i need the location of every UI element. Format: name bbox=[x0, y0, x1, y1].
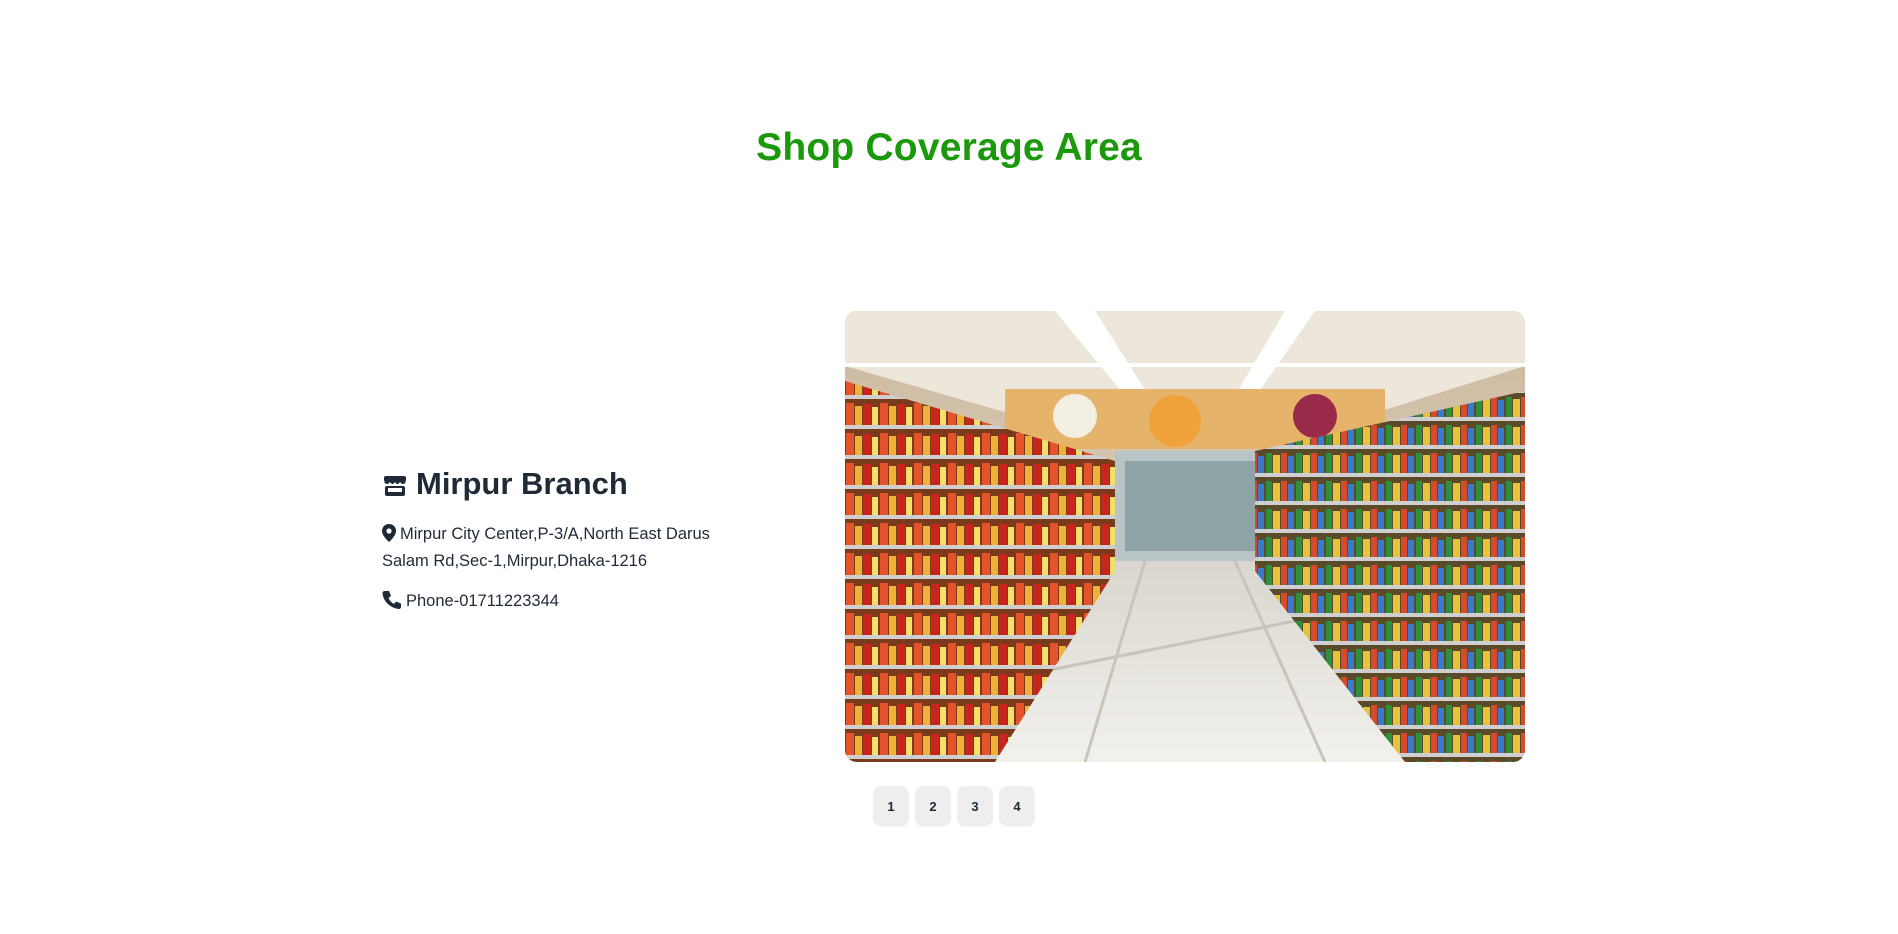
supermarket-aisle-image bbox=[845, 311, 1525, 762]
address-line-2: Salam Rd,Sec-1,Mirpur,Dhaka-1216 bbox=[382, 552, 648, 570]
branch-title: Mirpur Branch bbox=[382, 466, 772, 502]
slider-pagination: 1 2 3 4 bbox=[873, 786, 1035, 826]
section-title: Shop Coverage Area bbox=[756, 126, 1142, 169]
branch-address: Mirpur City Center,P-3/A,North East Daru… bbox=[382, 522, 772, 573]
page-button-3[interactable]: 3 bbox=[957, 786, 993, 826]
store-icon bbox=[382, 471, 408, 497]
page-button-2[interactable]: 2 bbox=[915, 786, 951, 826]
page-button-1[interactable]: 1 bbox=[873, 786, 909, 826]
map-pin-icon bbox=[382, 524, 396, 549]
phone-text: Phone-01711223344 bbox=[406, 592, 559, 610]
branch-image-slider[interactable] bbox=[845, 311, 1525, 762]
branch-name: Mirpur Branch bbox=[416, 466, 628, 501]
page-button-4[interactable]: 4 bbox=[999, 786, 1035, 826]
phone-icon bbox=[382, 590, 402, 616]
address-line-1: Mirpur City Center,P-3/A,North East Daru… bbox=[400, 525, 710, 543]
branch-info: Mirpur Branch Mirpur City Center,P-3/A,N… bbox=[382, 466, 772, 616]
branch-phone: Phone-01711223344 bbox=[382, 589, 772, 616]
